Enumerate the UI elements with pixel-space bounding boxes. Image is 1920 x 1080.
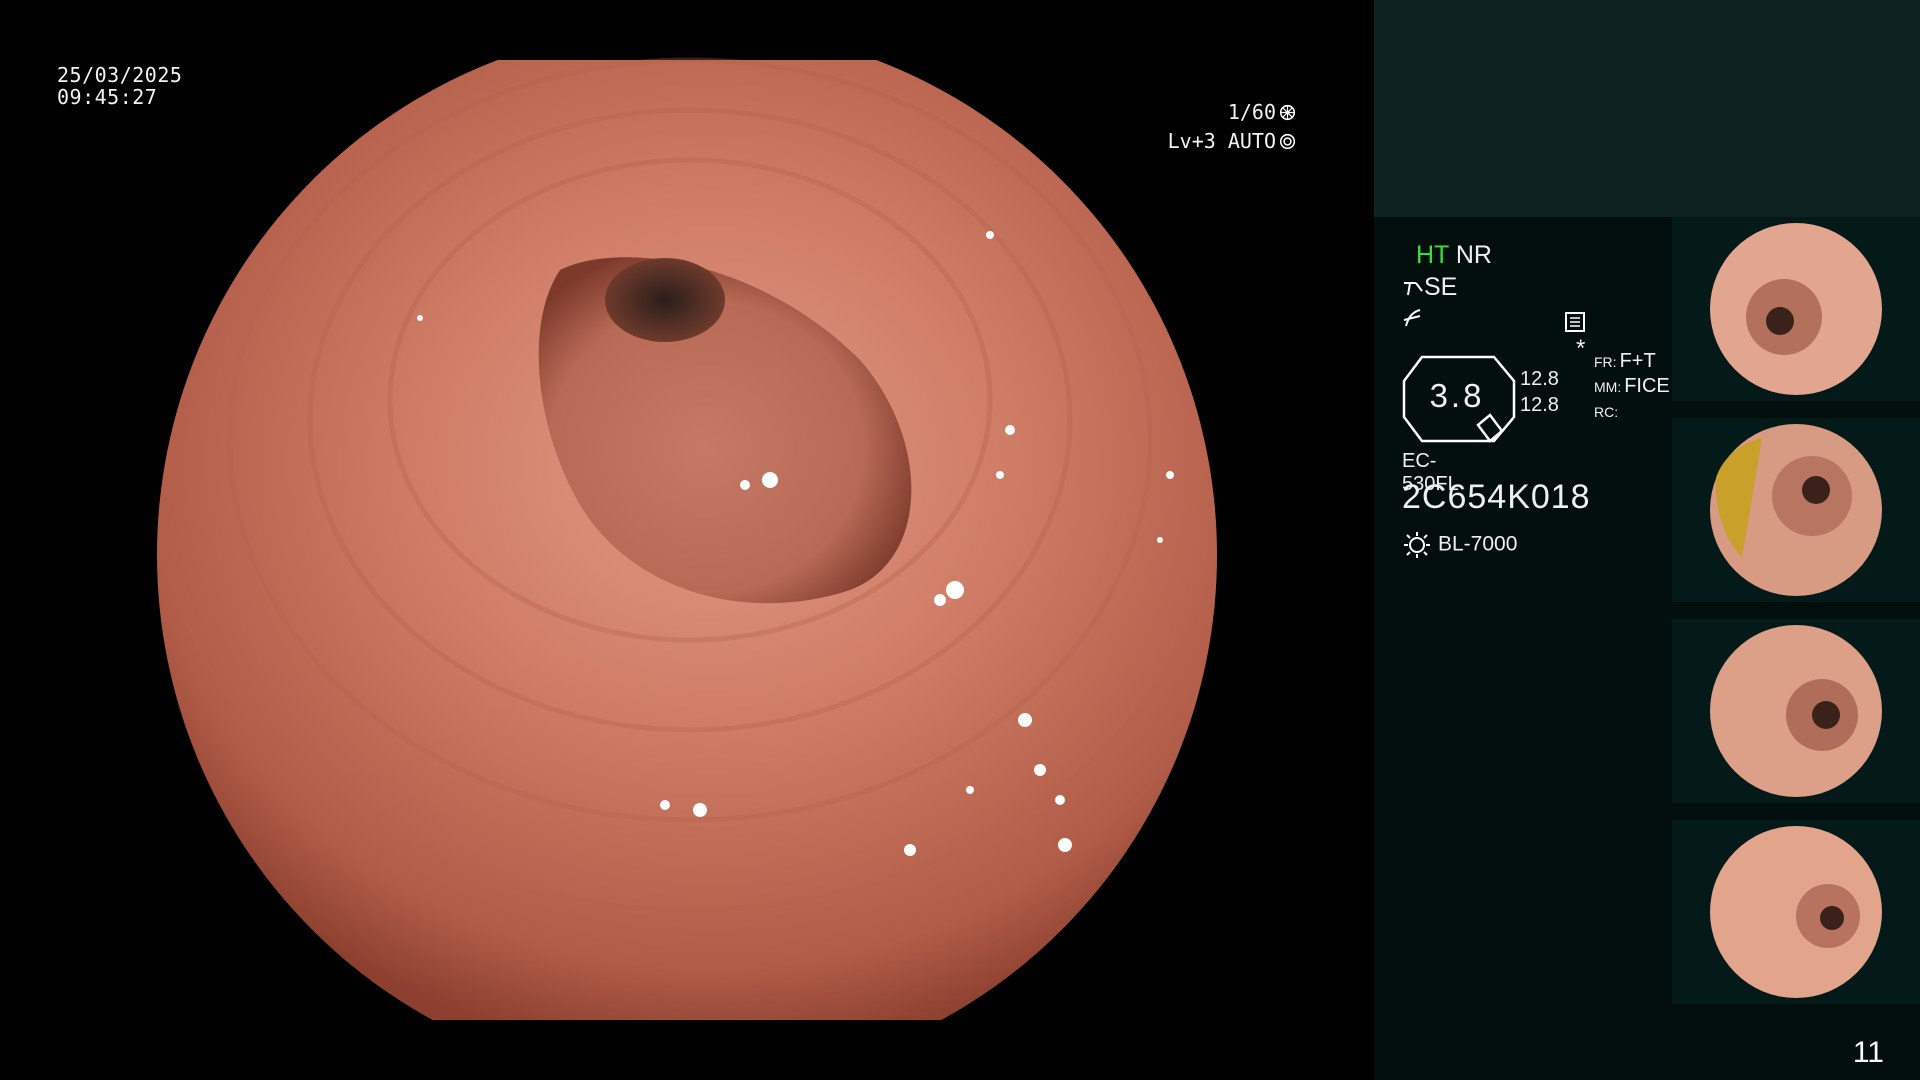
capture-thumbnail[interactable] xyxy=(1672,820,1920,1004)
endoscopic-image xyxy=(157,25,1217,1020)
thumbnail-image xyxy=(1672,418,1920,602)
datetime-readout: 25/03/2025 09:45:27 xyxy=(57,64,182,108)
stat-values: 12.8 12.8 xyxy=(1520,366,1559,418)
stat-value-1: 12.8 xyxy=(1520,368,1559,390)
stat-value-2: 12.8 xyxy=(1520,394,1559,416)
exposure-level: Lv+3 AUTO xyxy=(1167,129,1276,153)
panel-header-area xyxy=(1374,0,1920,217)
light-source-model: BL-7000 xyxy=(1438,532,1518,556)
se-indicator: SE xyxy=(1424,273,1458,301)
enhancement-icon xyxy=(1404,282,1423,296)
gamma-curve-icon xyxy=(1403,309,1421,327)
endoscope-main-view: 25/03/2025 09:45:27 1/60 Lv+3 AUTO xyxy=(0,0,1374,1080)
fr-label: FR: xyxy=(1594,354,1617,370)
shutter-icon xyxy=(1279,104,1296,121)
light-icon xyxy=(1404,532,1430,558)
capture-thumbnail[interactable] xyxy=(1672,619,1920,803)
mode-labels: FR: F+T MM: FICE RC: xyxy=(1594,349,1670,424)
scope-serial: 2C654K018 xyxy=(1402,478,1591,516)
thumbnail-image xyxy=(1672,619,1920,803)
ht-indicator: HT xyxy=(1416,241,1449,269)
camera-settings: 1/60 Lv+3 AUTO xyxy=(1168,98,1296,156)
info-side-panel: HT NR SE * 3.8 12.8 12.8 FR: F+T MM: FIC… xyxy=(1374,0,1920,1080)
magnification-gauge: 3.8 xyxy=(1402,353,1518,445)
time: 09:45:27 xyxy=(57,85,158,109)
nr-indicator: NR xyxy=(1455,241,1492,269)
date: 25/03/2025 xyxy=(57,63,183,87)
light-source-row: BL-7000 xyxy=(1402,530,1517,560)
mm-label: MM: xyxy=(1594,379,1622,395)
mm-value: FICE xyxy=(1624,375,1670,397)
asterisk-indicator: * xyxy=(1576,335,1586,362)
se-row: SE xyxy=(1402,272,1457,302)
iris-icon xyxy=(1279,133,1296,150)
curve-row xyxy=(1402,302,1424,332)
thumbnail-image xyxy=(1672,217,1920,401)
capture-thumbnail[interactable] xyxy=(1672,418,1920,602)
page-number: 11 xyxy=(1852,1036,1884,1069)
thumbnail-image xyxy=(1672,820,1920,1004)
status-symbols: * xyxy=(1564,307,1586,363)
captured-image-list xyxy=(1672,217,1920,1021)
fr-value: F+T xyxy=(1619,350,1656,372)
shutter-speed: 1/60 xyxy=(1227,100,1276,124)
gauge-value: 3.8 xyxy=(1429,377,1485,414)
capture-thumbnail[interactable] xyxy=(1672,217,1920,401)
mode-row: HT NR xyxy=(1402,240,1492,270)
rc-label: RC: xyxy=(1594,404,1619,420)
memory-icon xyxy=(1565,311,1585,332)
